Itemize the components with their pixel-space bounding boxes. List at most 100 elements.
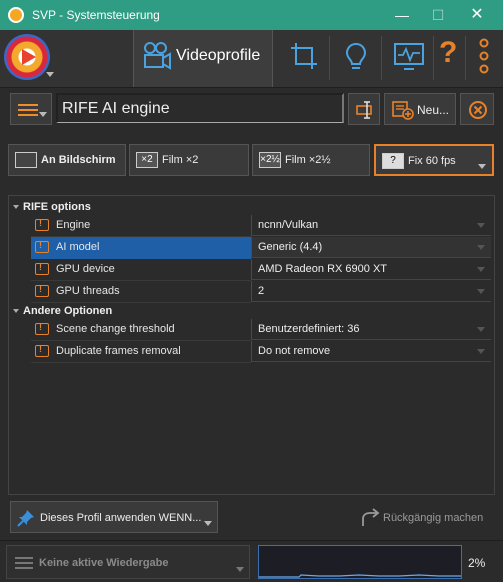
setting-value-dropdown[interactable]: ncnn/Vulkan [251, 215, 491, 236]
undo-label: Rückgängig machen [383, 512, 484, 524]
property-icon [35, 322, 49, 335]
chevron-down-icon [204, 521, 212, 526]
cpu-usage-graph [258, 545, 462, 579]
undo-button[interactable]: Rückgängig machen [355, 506, 490, 530]
help-button[interactable]: ? [434, 30, 464, 87]
setting-row-engine: Engine ncnn/Vulkan [9, 215, 494, 237]
section-label: Andere Optionen [23, 305, 113, 317]
play-icon [22, 49, 36, 65]
apply-profile-condition-label: Dieses Profil anwenden WENN... [40, 512, 202, 524]
collapse-icon [13, 309, 19, 313]
setting-name: AI model [56, 241, 100, 253]
property-icon [35, 284, 49, 297]
chevron-down-icon [477, 245, 485, 250]
tab-videoprofile-label: Videoprofile [176, 47, 261, 64]
setting-row-gpu-device: GPU device AMD Radeon RX 6900 XT [9, 259, 494, 281]
chevron-down-icon [477, 223, 485, 228]
undo-icon [362, 508, 380, 526]
chevron-down-icon [477, 289, 485, 294]
property-icon [35, 240, 49, 253]
output-tab-label: An Bildschirm [41, 154, 116, 166]
film-icon: ×2 [136, 152, 158, 168]
list-icon [15, 557, 33, 572]
setting-name: Engine [56, 219, 91, 231]
setting-value-dropdown[interactable]: Benutzerdefiniert: 36 [251, 319, 491, 340]
rename-icon [356, 101, 372, 119]
setting-value: Do not remove [258, 345, 331, 357]
setting-value: ncnn/Vulkan [258, 219, 319, 231]
rename-button[interactable] [348, 93, 380, 125]
monitor-icon [394, 43, 424, 70]
chevron-down-icon [39, 112, 47, 117]
question-icon: ? [382, 153, 404, 169]
new-profile-button[interactable]: Neu... [384, 93, 456, 125]
lightbulb-icon [345, 42, 367, 69]
output-tab-film-x2[interactable]: ×2 Film ×2 [129, 144, 249, 176]
setting-name: Scene change threshold [56, 323, 175, 335]
settings-tree: RIFE options Engine ncnn/Vulkan AI model… [8, 195, 495, 495]
setting-value-dropdown[interactable]: Do not remove [251, 341, 491, 362]
status-bar: Keine aktive Wiedergabe 2% [0, 540, 503, 582]
video-camera-icon [144, 42, 171, 70]
setting-row-gpu-threads: GPU threads 2 [9, 281, 494, 303]
monitor-button[interactable] [382, 30, 434, 87]
chevron-down-icon [477, 349, 485, 354]
output-tab-label: Fix 60 fps [408, 155, 456, 167]
chevron-down-icon [236, 567, 244, 572]
more-icon [479, 38, 489, 74]
setting-row-duplicate-frames: Duplicate frames removal Do not remove [9, 341, 494, 363]
output-tab-screen[interactable]: An Bildschirm [8, 144, 126, 176]
crop-icon [291, 43, 317, 69]
chevron-down-icon [477, 267, 485, 272]
setting-value: Benutzerdefiniert: 36 [258, 323, 360, 335]
tab-videoprofile[interactable]: Videoprofile [133, 30, 273, 87]
setting-value: AMD Radeon RX 6900 XT [258, 263, 388, 275]
delete-icon [469, 101, 487, 119]
maximize-button[interactable]: ☐ [420, 0, 456, 30]
new-profile-label: Neu... [417, 103, 450, 117]
pin-icon [17, 510, 34, 527]
toolbar-divider [465, 36, 466, 80]
menu-icon [18, 104, 38, 106]
property-icon [35, 344, 49, 357]
setting-value: Generic (4.4) [258, 241, 323, 253]
output-tab-fix-60fps[interactable]: ? Fix 60 fps [374, 144, 494, 176]
help-icon: ? [439, 36, 458, 69]
svp-logo-menu[interactable] [4, 34, 50, 80]
tips-button[interactable] [330, 30, 382, 87]
close-button[interactable]: ✕ [459, 0, 495, 30]
setting-row-scene-change: Scene change threshold Benutzerdefiniert… [9, 319, 494, 341]
new-profile-icon [392, 101, 414, 120]
setting-value: 2 [258, 285, 265, 297]
minimize-button[interactable]: — [384, 0, 420, 30]
film-icon: ×2½ [259, 152, 281, 168]
property-icon [35, 262, 49, 275]
apply-profile-condition-button[interactable]: Dieses Profil anwenden WENN... [10, 501, 218, 533]
window-title: SVP - Systemsteuerung [32, 8, 160, 22]
monitor-icon [15, 152, 37, 168]
more-button[interactable] [470, 30, 498, 87]
setting-name: GPU device [56, 263, 115, 275]
chevron-down-icon [478, 164, 486, 169]
setting-value-dropdown[interactable]: Generic (4.4) [251, 237, 491, 258]
playback-status-label: Keine aktive Wiedergabe [39, 557, 169, 569]
profile-menu-button[interactable] [10, 93, 52, 125]
title-bar: SVP - Systemsteuerung — ☐ ✕ [0, 0, 503, 30]
chevron-down-icon [46, 72, 54, 77]
property-icon [35, 218, 49, 231]
playback-selector[interactable]: Keine aktive Wiedergabe [6, 545, 250, 579]
main-toolbar: Videoprofile ? [0, 30, 503, 88]
delete-profile-button[interactable] [460, 93, 494, 125]
profile-name-field[interactable] [56, 93, 344, 123]
collapse-icon [13, 205, 19, 209]
output-tab-label: Film ×2 [162, 154, 199, 166]
crop-button[interactable] [278, 30, 330, 87]
setting-value-dropdown[interactable]: AMD Radeon RX 6900 XT [251, 259, 491, 280]
output-tab-film-x2half[interactable]: ×2½ Film ×2½ [252, 144, 370, 176]
app-icon [8, 7, 24, 23]
output-tab-label: Film ×2½ [285, 154, 331, 166]
cpu-usage-value: 2% [468, 556, 486, 570]
setting-value-dropdown[interactable]: 2 [251, 281, 491, 302]
setting-name: Duplicate frames removal [56, 345, 181, 357]
section-label: RIFE options [23, 201, 91, 213]
